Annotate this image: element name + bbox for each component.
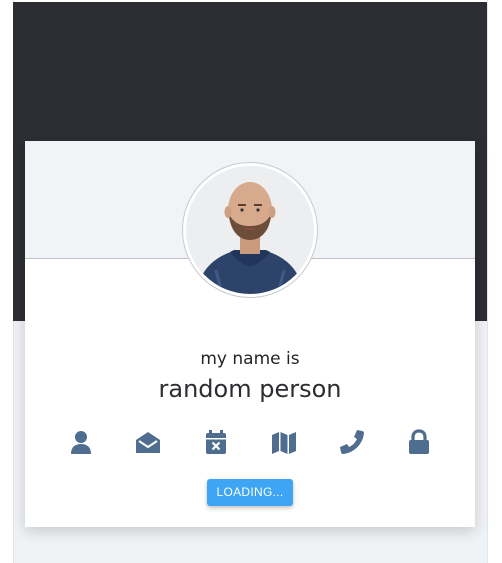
avatar <box>183 163 317 297</box>
map-icon[interactable] <box>271 429 297 455</box>
avatar-photo <box>186 166 314 294</box>
phone-icon[interactable] <box>339 429 365 455</box>
page-left-gutter <box>0 0 14 563</box>
name-label: my name is <box>200 349 300 369</box>
lock-icon[interactable] <box>406 429 432 455</box>
page-right-gutter <box>487 0 502 563</box>
envelope-open-icon[interactable] <box>135 429 161 455</box>
calendar-times-icon[interactable] <box>203 429 229 455</box>
loading-button[interactable]: LOADING... <box>207 479 293 506</box>
profile-card: my name is random person LOADING... <box>25 141 475 527</box>
user-icon[interactable] <box>68 429 94 455</box>
name-value: random person <box>158 375 342 403</box>
profile-icon-row <box>25 429 475 457</box>
